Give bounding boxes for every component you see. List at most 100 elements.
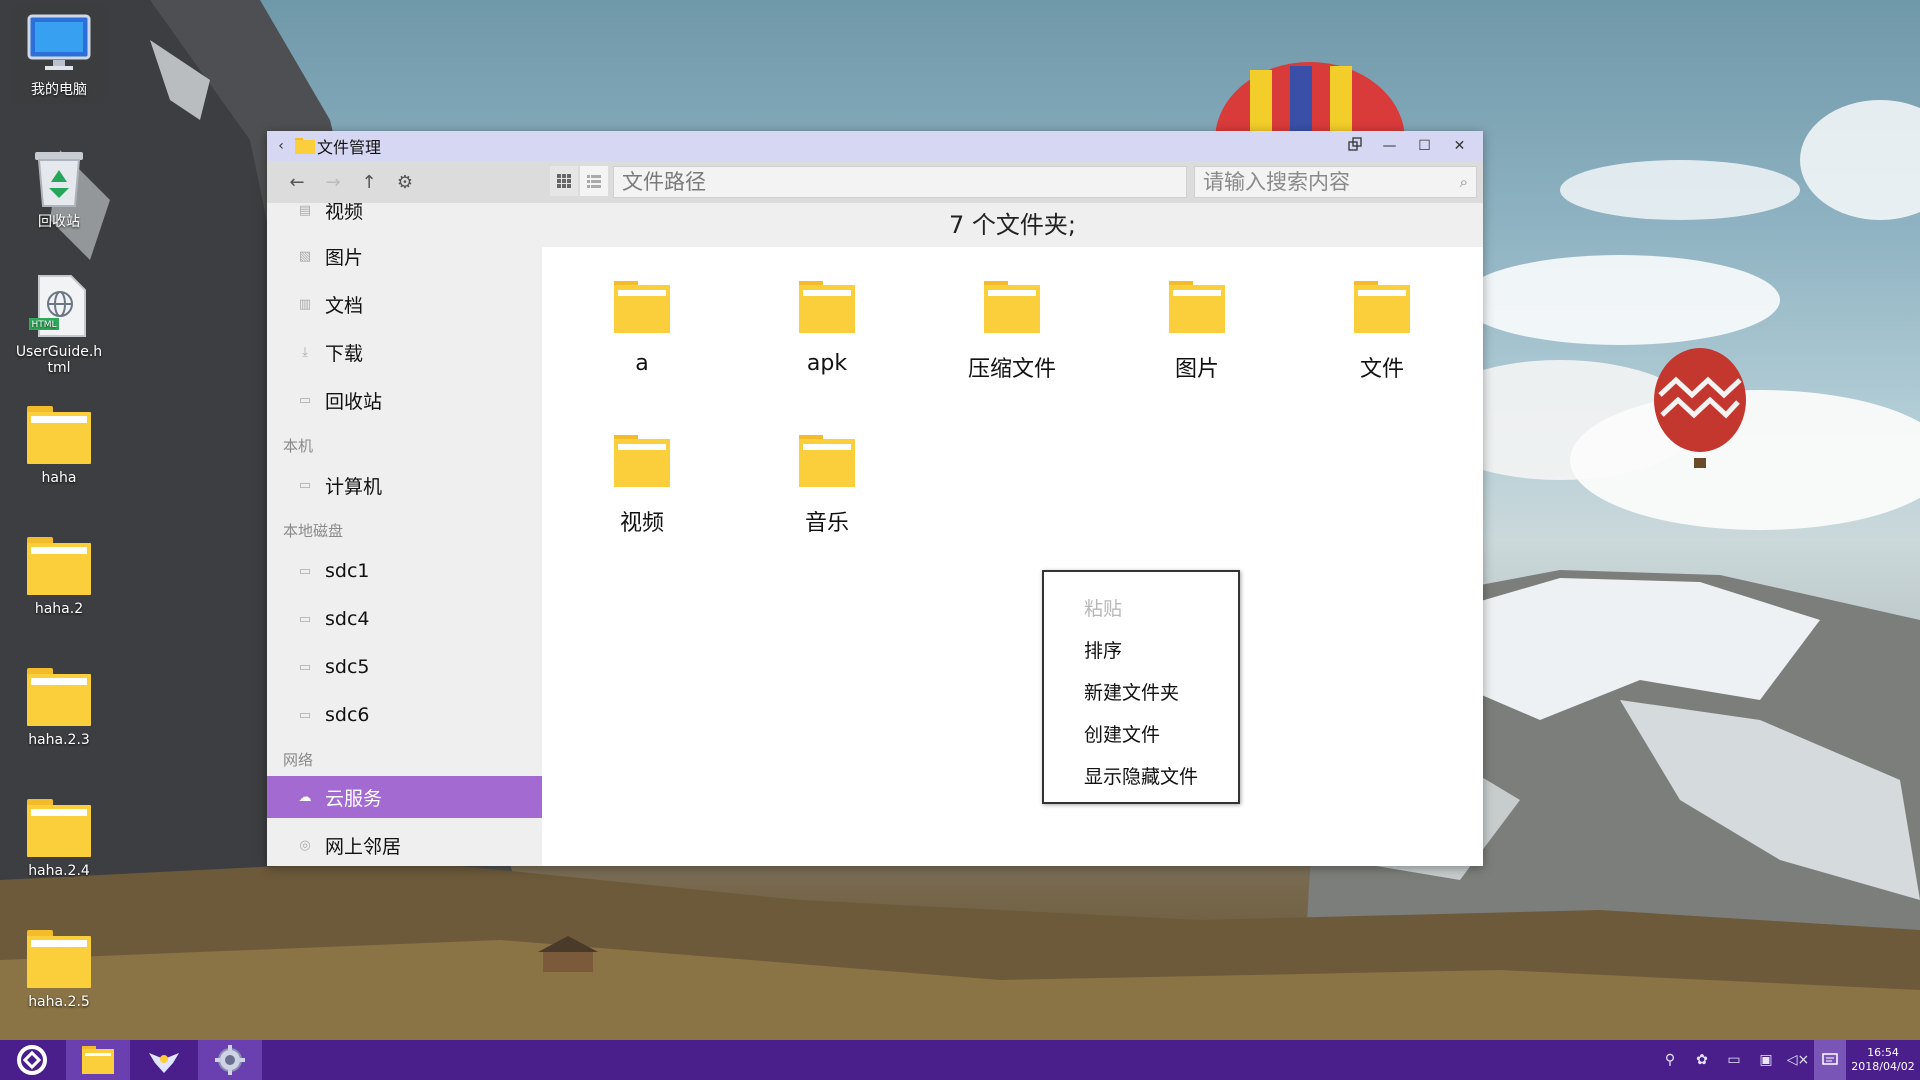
- folder-icon: [27, 930, 91, 988]
- desktop-icon-recycle-bin[interactable]: 回收站: [6, 138, 112, 236]
- bird-app-icon: [149, 1053, 179, 1073]
- sidebar-item-label: 下载: [325, 342, 364, 365]
- desktop-icon-label: haha.2.5: [28, 994, 90, 1010]
- folder-name: 音乐: [804, 511, 849, 536]
- folder-name: apk: [806, 351, 848, 376]
- system-tray: ⚲ ✿ ▭ ▣ ◁× 16:54 2018/04/02: [1654, 1040, 1920, 1080]
- desktop-icon-userguide[interactable]: HTML UserGuide.html: [6, 268, 112, 382]
- folder-icon: [799, 281, 855, 333]
- context-menu-create-file[interactable]: 创建文件: [1084, 720, 1160, 747]
- input-method-icon[interactable]: ✿: [1686, 1052, 1718, 1068]
- desktop-icon-label: haha.2: [34, 601, 84, 617]
- folder-icon: [614, 281, 670, 333]
- settings-gear-icon[interactable]: ⚙: [387, 172, 423, 193]
- folder-name: 压缩文件: [967, 357, 1056, 382]
- title-bar[interactable]: ‹ 文件管理 — ☐ ✕: [267, 131, 1483, 161]
- desktop-icon-folder-haha23[interactable]: haha.2.3: [6, 662, 112, 754]
- desktop-icon-folder-haha[interactable]: haha: [6, 400, 112, 492]
- sidebar-item-videos[interactable]: ▤ 视频: [267, 203, 542, 231]
- sidebar-item-downloads[interactable]: ⤓ 下载: [267, 331, 542, 373]
- taskbar-bird-app[interactable]: [132, 1040, 196, 1080]
- search-placeholder: 请输入搜索内容: [1203, 170, 1350, 194]
- forward-arrow-icon[interactable]: →: [315, 172, 351, 193]
- desktop-icon-folder-haha25[interactable]: haha.2.5: [6, 924, 112, 1016]
- folder-item-files[interactable]: 文件: [1322, 281, 1442, 383]
- sidebar-item-disk-sdc4[interactable]: ▭ sdc4: [267, 598, 542, 640]
- tablet-mode-icon[interactable]: [1337, 137, 1372, 155]
- download-icon: ⤓: [302, 344, 308, 360]
- folder-icon: [1354, 281, 1410, 333]
- display-icon[interactable]: ▣: [1750, 1052, 1782, 1068]
- sidebar-item-network-neighborhood[interactable]: ◎ 网上邻居: [267, 824, 542, 866]
- folder-item-music[interactable]: 音乐: [767, 435, 887, 537]
- grid-view-button[interactable]: [550, 166, 578, 196]
- sidebar-item-cloud-service[interactable]: ☁ 云服务: [267, 776, 542, 818]
- trash-icon: ▭: [298, 392, 312, 408]
- desktop-icon-label: 我的电脑: [31, 82, 87, 98]
- video-icon: ▤: [298, 203, 312, 218]
- search-input[interactable]: 请输入搜索内容 ⌕: [1194, 166, 1477, 198]
- minimize-button[interactable]: —: [1372, 138, 1407, 154]
- file-view[interactable]: 7 个文件夹; a apk 压缩文件 图片 文件 视频 音乐: [542, 203, 1483, 866]
- context-menu-paste[interactable]: 粘贴: [1084, 594, 1122, 621]
- folder-icon: [27, 537, 91, 595]
- sidebar-item-label: sdc5: [325, 656, 370, 678]
- desktop-icon-folder-haha2[interactable]: haha.2: [6, 531, 112, 623]
- battery-icon[interactable]: ▭: [1718, 1052, 1750, 1068]
- search-icon[interactable]: ⌕: [1460, 167, 1468, 197]
- sidebar: ▤ 视频 ▧ 图片 ▥ 文档 ⤓ 下载 ▭ 回收站 本机 ▭ 计算机 本地磁盘 …: [267, 203, 542, 866]
- sidebar-item-computer[interactable]: ▭ 计算机: [267, 464, 542, 506]
- html-badge: HTML: [31, 320, 56, 330]
- picture-icon: ▧: [298, 248, 312, 264]
- close-button[interactable]: ✕: [1442, 138, 1477, 154]
- context-menu: 粘贴 排序 新建文件夹 创建文件 显示隐藏文件: [1042, 570, 1240, 804]
- folder-item-videos[interactable]: 视频: [582, 435, 702, 537]
- sidebar-item-documents[interactable]: ▥ 文档: [267, 283, 542, 325]
- taskbar-settings[interactable]: [198, 1040, 262, 1080]
- computer-icon: ▭: [298, 477, 312, 493]
- maximize-button[interactable]: ☐: [1407, 138, 1442, 154]
- back-arrow-icon[interactable]: ←: [279, 172, 315, 193]
- sidebar-item-label: sdc1: [325, 560, 370, 582]
- clock[interactable]: 16:54 2018/04/02: [1846, 1046, 1920, 1074]
- document-icon: ▥: [298, 296, 312, 312]
- grid-view-icon: [557, 174, 571, 188]
- path-input[interactable]: 文件路径: [613, 166, 1187, 198]
- sidebar-item-trash[interactable]: ▭ 回收站: [267, 379, 542, 421]
- desktop-icon-folder-haha24[interactable]: haha.2.4: [6, 793, 112, 885]
- folder-item-pictures[interactable]: 图片: [1137, 281, 1257, 383]
- sidebar-item-label: 网上邻居: [325, 835, 402, 858]
- folder-icon: [27, 406, 91, 464]
- sidebar-item-disk-sdc1[interactable]: ▭ sdc1: [267, 550, 542, 592]
- settings-gear-icon: [215, 1045, 245, 1075]
- context-menu-sort[interactable]: 排序: [1084, 636, 1122, 663]
- notification-button[interactable]: [1814, 1040, 1846, 1080]
- sidebar-item-label: 视频: [325, 203, 364, 223]
- context-menu-show-hidden-files[interactable]: 显示隐藏文件: [1084, 762, 1198, 789]
- desktop-icon-label: haha.2.4: [28, 863, 90, 879]
- folder-item-archives[interactable]: 压缩文件: [952, 281, 1072, 383]
- list-view-button[interactable]: [580, 166, 608, 196]
- desktop-icon-label: UserGuide.html: [15, 344, 103, 376]
- sidebar-item-disk-sdc6[interactable]: ▭ sdc6: [267, 694, 542, 736]
- folder-item-a[interactable]: a: [582, 281, 702, 376]
- title-back-chevron-icon[interactable]: ‹: [271, 138, 291, 154]
- start-menu-button[interactable]: [0, 1040, 64, 1080]
- desktop-icon-my-computer[interactable]: 我的电脑: [6, 6, 112, 104]
- volume-muted-icon[interactable]: ◁×: [1782, 1052, 1814, 1068]
- bicycle-icon[interactable]: ⚲: [1654, 1052, 1686, 1068]
- taskbar-file-manager[interactable]: [66, 1040, 130, 1080]
- sidebar-section-network: 网络: [283, 751, 314, 769]
- sidebar-item-disk-sdc5[interactable]: ▭ sdc5: [267, 646, 542, 688]
- sidebar-item-pictures[interactable]: ▧ 图片: [267, 235, 542, 277]
- disk-icon: ▭: [298, 563, 312, 579]
- sidebar-item-label: 回收站: [325, 390, 383, 413]
- folder-name: 文件: [1359, 357, 1404, 382]
- context-menu-new-folder[interactable]: 新建文件夹: [1084, 678, 1179, 705]
- computer-icon: [27, 14, 91, 70]
- up-arrow-icon[interactable]: ↑: [351, 172, 387, 193]
- taskbar: ⚲ ✿ ▭ ▣ ◁× 16:54 2018/04/02: [0, 1040, 1920, 1080]
- network-neighborhood-icon: ◎: [299, 837, 311, 853]
- list-view-icon: [587, 175, 601, 188]
- folder-item-apk[interactable]: apk: [767, 281, 887, 376]
